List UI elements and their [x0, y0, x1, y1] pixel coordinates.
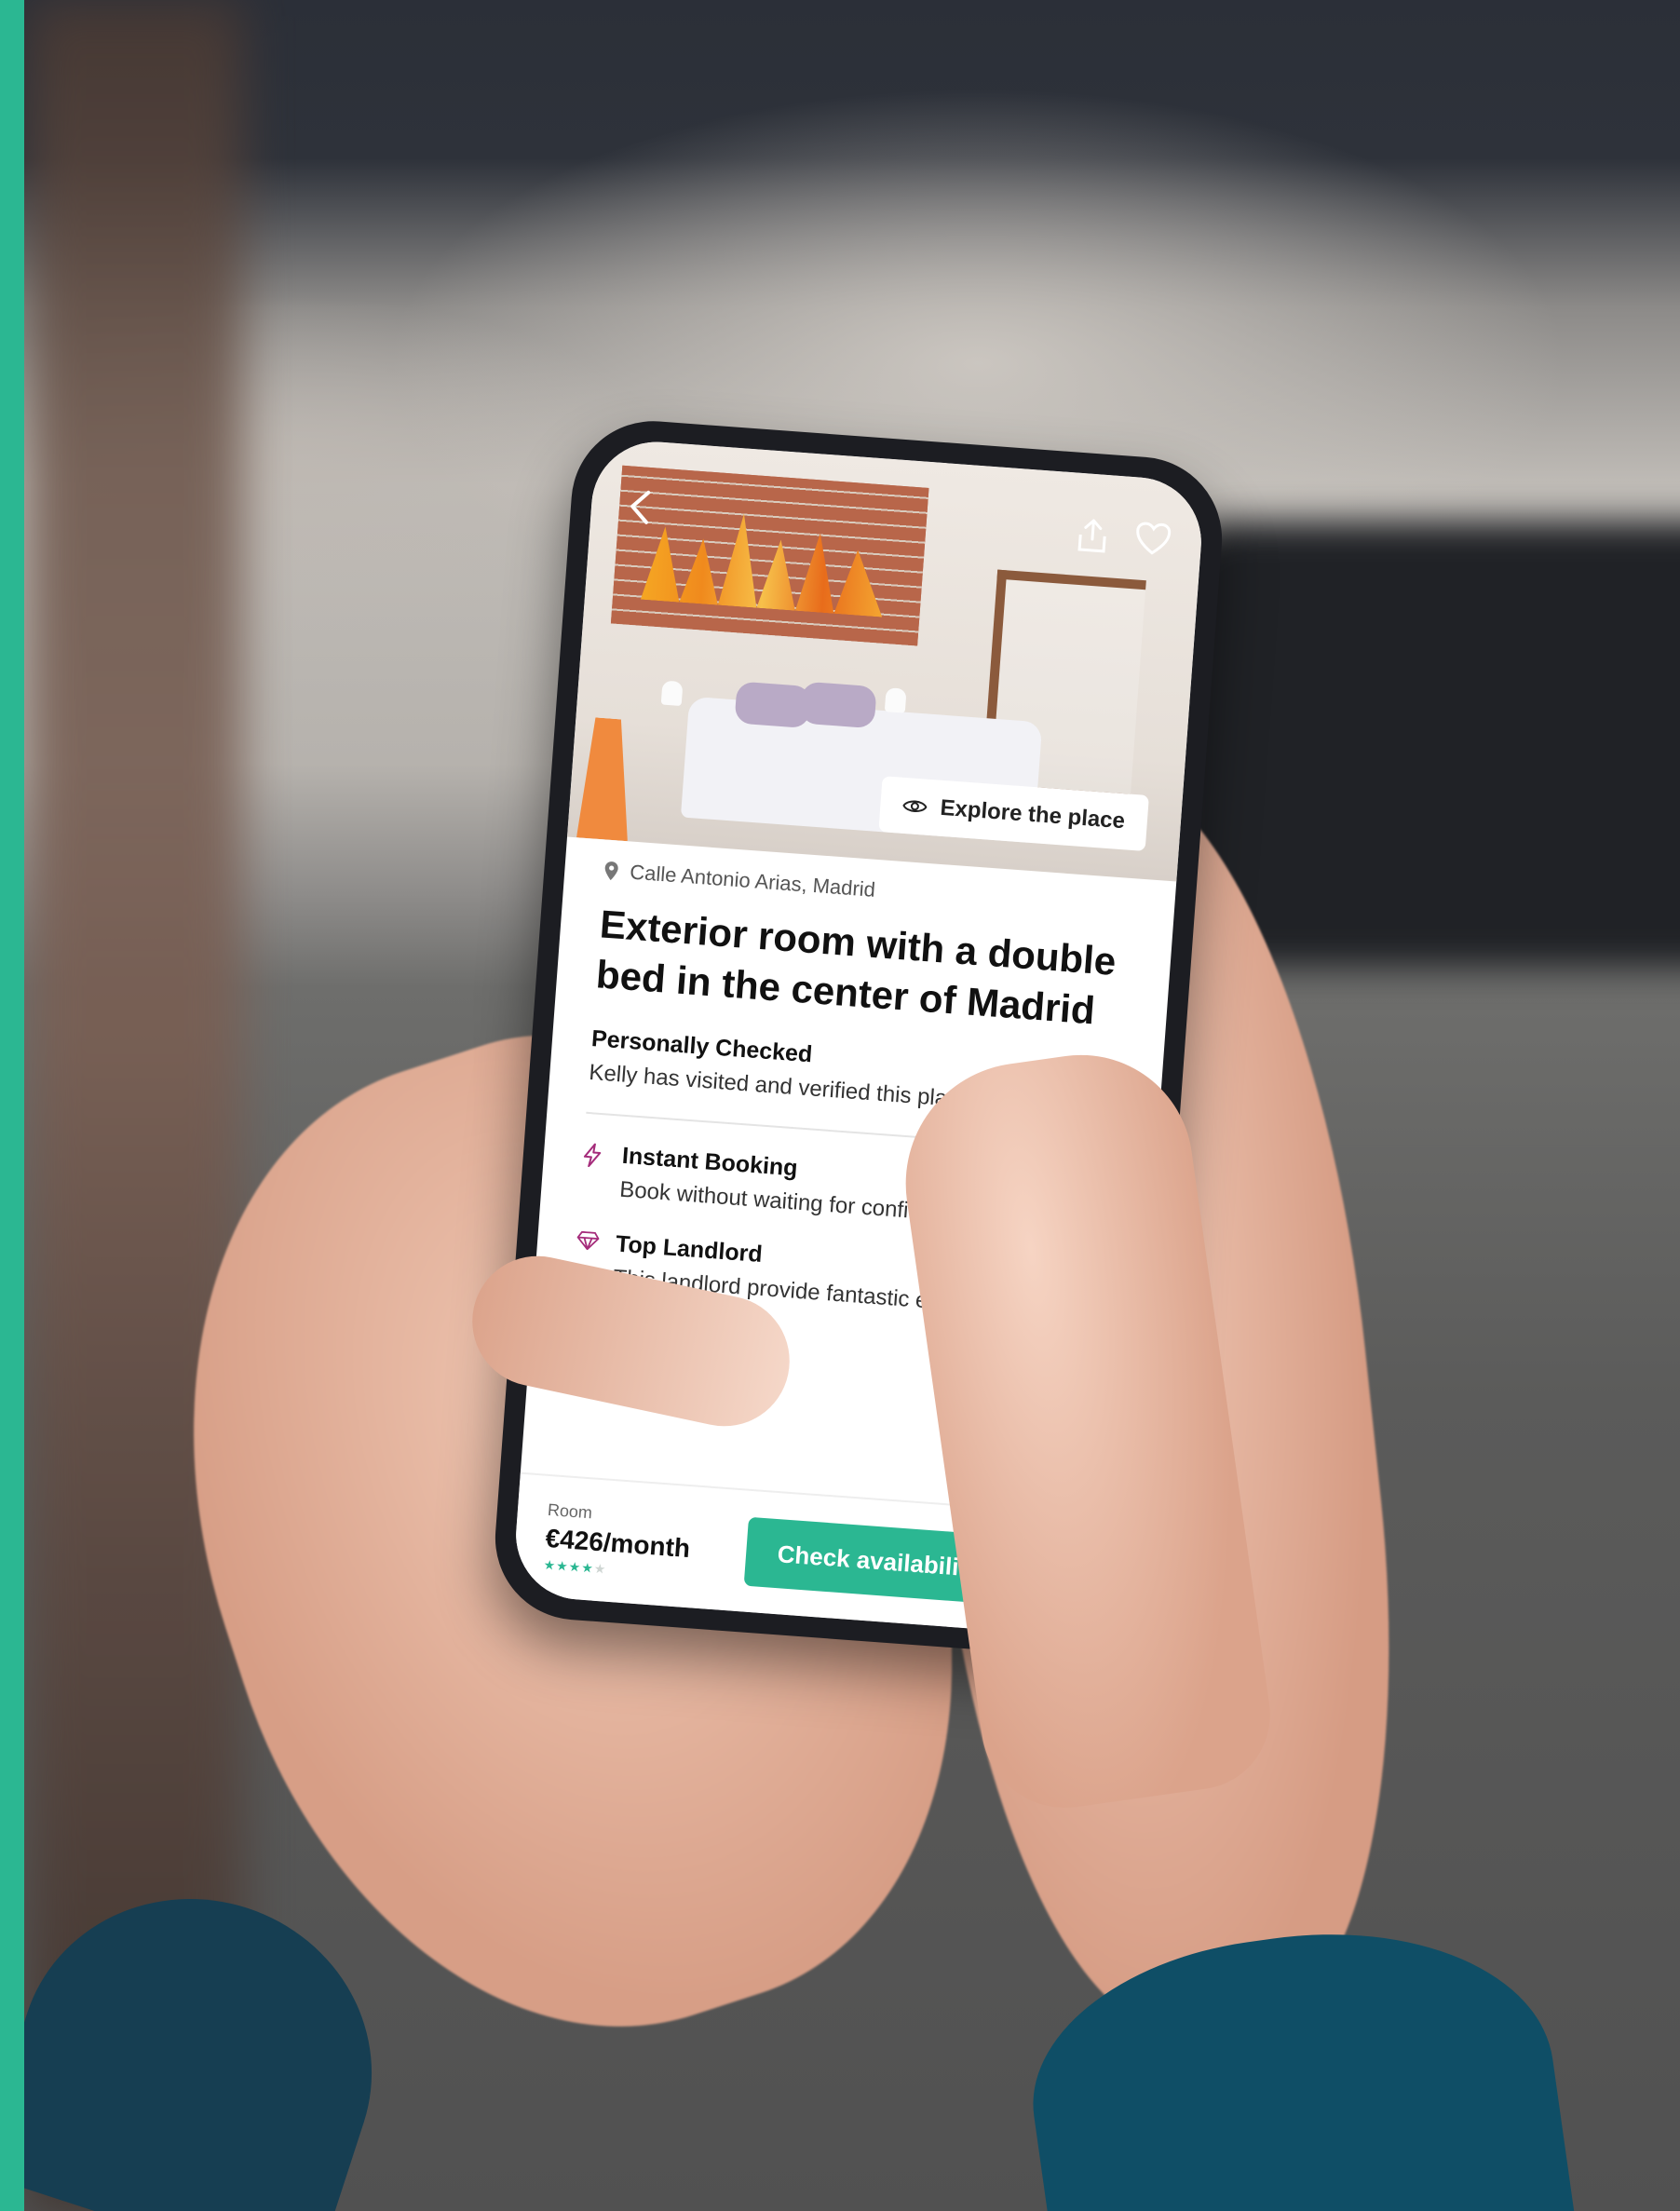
- chevron-left-icon: [630, 490, 651, 524]
- heart-icon: [1136, 522, 1172, 555]
- star-icon: ★: [555, 1557, 570, 1574]
- favorite-button[interactable]: [1132, 520, 1172, 564]
- address-text: Calle Antonio Arias, Madrid: [629, 860, 876, 902]
- back-button[interactable]: [623, 482, 658, 535]
- bolt-icon: [583, 1143, 602, 1168]
- accent-bar: [0, 0, 24, 2211]
- share-icon: [1077, 519, 1106, 553]
- location-pin-icon: [604, 861, 618, 881]
- diamond-icon: [576, 1230, 600, 1251]
- explore-button-label: Explore the place: [939, 794, 1126, 834]
- star-icon: ★: [568, 1558, 582, 1575]
- person-silhouette: [28, 0, 242, 2211]
- star-icon: ★: [593, 1560, 607, 1577]
- photo-scene: Explore the place Calle Antonio Arias, M…: [0, 0, 1680, 2211]
- lamp: [660, 680, 684, 707]
- orange-chair: [576, 717, 636, 842]
- price-block: Room €426/month ★★★★★: [543, 1500, 693, 1583]
- check-availability-label: Check availability: [776, 1539, 982, 1582]
- listing-title: Exterior room with a double bed in the c…: [594, 902, 1118, 1033]
- pillow: [799, 681, 877, 729]
- star-icon: ★: [543, 1556, 557, 1573]
- eye-icon: [902, 800, 928, 813]
- listing-photo[interactable]: Explore the place: [567, 437, 1206, 882]
- lamp: [884, 687, 907, 713]
- share-button[interactable]: [1075, 516, 1109, 560]
